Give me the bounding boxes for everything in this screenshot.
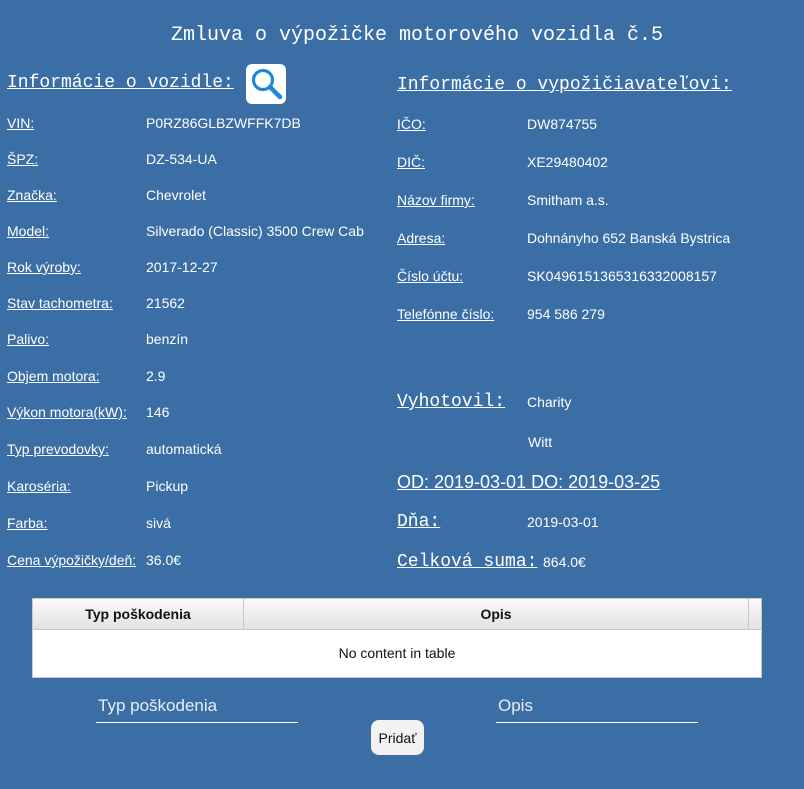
transmission-value: automatická bbox=[146, 441, 222, 457]
date-label: Dňa: bbox=[397, 512, 441, 532]
total-label: Celková suma: bbox=[397, 552, 538, 572]
color-label: Farba: bbox=[7, 515, 48, 531]
model-value: Silverado (Classic) 3500 Crew Cab bbox=[146, 223, 364, 239]
company-name-value: Smitham a.s. bbox=[527, 192, 609, 208]
vin-label: VIN: bbox=[7, 115, 35, 131]
address-value: Dohnányho 652 Banská Bystrica bbox=[527, 230, 731, 246]
description-input[interactable] bbox=[496, 696, 698, 723]
table-empty-message: No content in table bbox=[338, 645, 456, 661]
brand-value: Chevrolet bbox=[146, 187, 206, 203]
model-label: Model: bbox=[7, 223, 50, 239]
search-icon bbox=[251, 68, 283, 100]
rental-period: OD: 2019-03-01 DO: 2019-03-25 bbox=[397, 472, 661, 492]
column-header-damage-type[interactable]: Typ poškodenia bbox=[33, 599, 244, 629]
ico-label: IČO: bbox=[397, 116, 426, 132]
year-value: 2017-12-27 bbox=[146, 259, 218, 275]
total-value: 864.0€ bbox=[543, 554, 586, 570]
odometer-label: Stav tachometra: bbox=[7, 295, 113, 311]
engine-power-value: 146 bbox=[146, 404, 170, 420]
company-name-label: Názov firmy: bbox=[397, 192, 475, 208]
spz-value: DZ-534-UA bbox=[146, 151, 217, 167]
engine-volume-value: 2.9 bbox=[146, 368, 166, 384]
search-button[interactable] bbox=[246, 64, 286, 104]
issued-by-last-name: Witt bbox=[528, 434, 553, 450]
damage-table[interactable]: Typ poškodenia Opis No content in table bbox=[32, 598, 762, 678]
add-button[interactable]: Pridať bbox=[371, 720, 424, 755]
fuel-label: Palivo: bbox=[7, 331, 50, 347]
column-header-description[interactable]: Opis bbox=[244, 599, 749, 629]
engine-power-label: Výkon motora(kW): bbox=[7, 404, 127, 420]
borrower-info-heading: Informácie o vypožičiavateľovi: bbox=[397, 75, 732, 95]
odometer-value: 21562 bbox=[146, 295, 185, 311]
issued-by-label: Vyhotovil: bbox=[397, 392, 506, 412]
vehicle-info-heading: Informácie o vozidle: bbox=[7, 73, 234, 93]
vin-value: P0RZ86GLBZWFFK7DB bbox=[146, 115, 301, 131]
transmission-label: Typ prevodovky: bbox=[7, 441, 109, 457]
spz-label: ŠPZ: bbox=[7, 151, 39, 167]
body-label: Karoséria: bbox=[7, 478, 71, 494]
brand-label: Značka: bbox=[7, 187, 57, 203]
year-label: Rok výroby: bbox=[7, 259, 81, 275]
ico-value: DW874755 bbox=[527, 116, 598, 132]
color-value: sivá bbox=[146, 515, 171, 531]
page-title: Zmluva o výpožičke motorového vozidla č.… bbox=[170, 24, 664, 47]
fuel-value: benzín bbox=[146, 331, 189, 347]
address-label: Adresa: bbox=[397, 230, 446, 246]
price-per-day-label: Cena výpožičky/deň: bbox=[7, 552, 137, 568]
damage-type-input[interactable] bbox=[96, 696, 298, 723]
dic-value: XE29480402 bbox=[527, 154, 608, 170]
account-number-value: SK0496151365316332008157 bbox=[527, 268, 717, 284]
date-value: 2019-03-01 bbox=[527, 514, 599, 530]
table-header: Typ poškodenia Opis bbox=[33, 599, 761, 630]
engine-volume-label: Objem motora: bbox=[7, 368, 100, 384]
phone-label: Telefónne číslo: bbox=[397, 306, 495, 322]
account-number-label: Číslo účtu: bbox=[397, 268, 464, 284]
body-value: Pickup bbox=[146, 478, 189, 494]
dic-label: DIČ: bbox=[397, 154, 425, 170]
price-per-day-value: 36.0€ bbox=[146, 552, 182, 568]
issued-by-first-name: Charity bbox=[527, 394, 572, 410]
phone-value: 954 586 279 bbox=[527, 306, 605, 322]
column-menu-button[interactable] bbox=[749, 599, 763, 629]
